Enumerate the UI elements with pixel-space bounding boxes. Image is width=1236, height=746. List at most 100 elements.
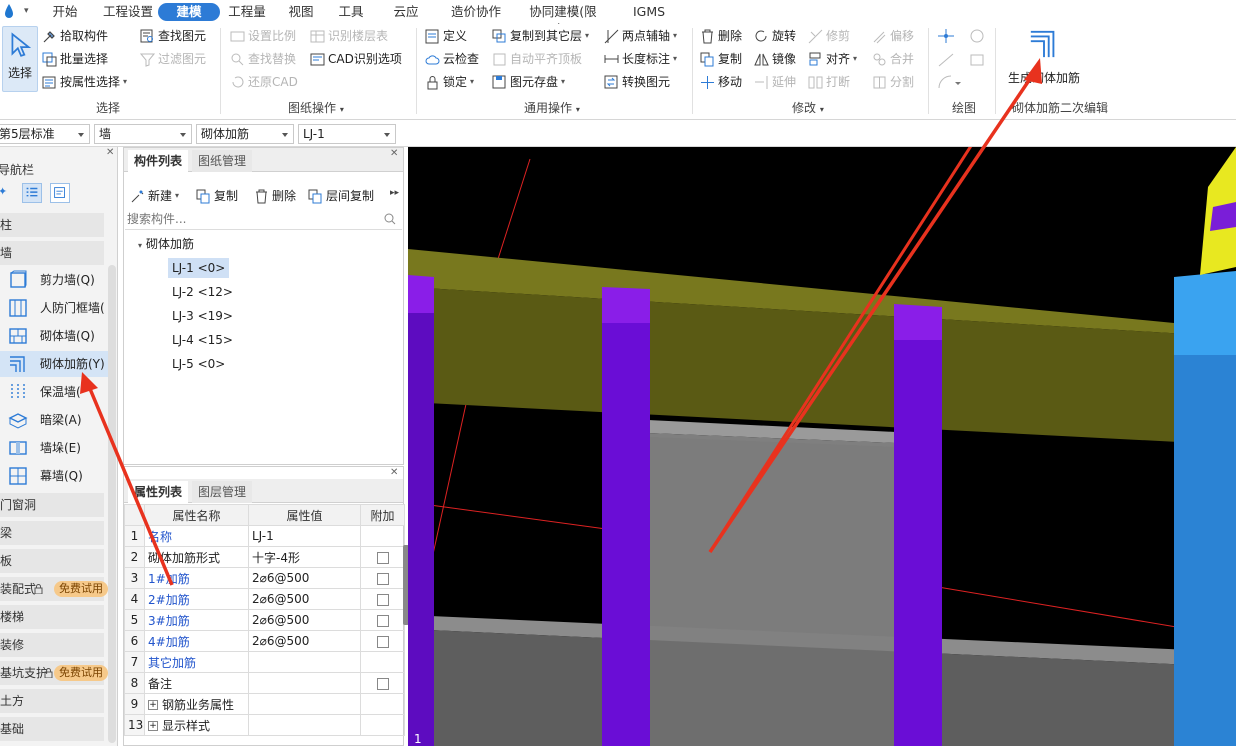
- table-row[interactable]: 7 其它加筋: [124, 651, 405, 673]
- nav-category-1[interactable]: 墙: [0, 241, 104, 265]
- property-value[interactable]: 2⌀6@500: [248, 630, 361, 652]
- nav-category-0[interactable]: 柱: [0, 213, 104, 237]
- batch-select-button[interactable]: 批量选择: [42, 49, 108, 69]
- property-extra[interactable]: [360, 714, 405, 736]
- delete-component-button[interactable]: 删除: [254, 186, 296, 206]
- nav-item-1[interactable]: 人防门框墙(: [0, 295, 108, 321]
- table-row[interactable]: 8 备注: [124, 672, 405, 694]
- tree-item-0[interactable]: LJ-1 <0>: [168, 258, 230, 278]
- property-extra[interactable]: [360, 567, 405, 589]
- masonry-wall-front[interactable]: [648, 437, 896, 746]
- free-trial-badge[interactable]: 免费试用: [54, 581, 108, 597]
- mirror-button[interactable]: 镜像: [754, 49, 796, 69]
- new-component-button[interactable]: 新建 ▾: [130, 186, 179, 206]
- align-button[interactable]: 对齐 ▾: [808, 49, 857, 69]
- menu-item-5[interactable]: 工具: [338, 3, 364, 21]
- property-value[interactable]: [248, 714, 361, 736]
- break-button[interactable]: 打断: [808, 72, 850, 92]
- nav-item-6[interactable]: 墙垛(E): [0, 435, 108, 461]
- checkbox[interactable]: [376, 551, 389, 564]
- copy-button[interactable]: 复制: [700, 49, 742, 69]
- checkbox[interactable]: [376, 635, 389, 648]
- copy-to-floor-button[interactable]: 复制到其它层 ▾: [492, 26, 589, 46]
- select-by-attr-button[interactable]: 按属性选择 ▾: [42, 72, 127, 92]
- property-extra[interactable]: [360, 672, 405, 694]
- free-trial-badge[interactable]: 免费试用: [54, 665, 108, 681]
- floor-select[interactable]: 第5层标准: [0, 124, 90, 144]
- checkbox[interactable]: [376, 677, 389, 690]
- column-left-top[interactable]: [408, 275, 434, 315]
- clock-draw-icon[interactable]: [968, 28, 986, 44]
- nav-item-5[interactable]: 暗梁(A): [0, 407, 108, 433]
- expand-icon[interactable]: +: [148, 700, 158, 710]
- tree-item-1[interactable]: LJ-2 <12>: [168, 282, 237, 302]
- search-input[interactable]: [125, 210, 375, 228]
- cad-options-button[interactable]: CAD识别选项: [310, 49, 402, 69]
- nav-category-7[interactable]: 装修: [0, 633, 104, 657]
- checkbox[interactable]: [376, 614, 389, 627]
- search-box[interactable]: [125, 210, 402, 230]
- point-draw-icon[interactable]: [937, 28, 955, 44]
- menu-item-1[interactable]: 工程设置: [102, 3, 154, 21]
- close-icon[interactable]: ✕: [390, 148, 398, 159]
- column-middle[interactable]: [602, 323, 650, 746]
- column-left[interactable]: [408, 313, 434, 746]
- menu-item-6[interactable]: 云应用: [388, 3, 424, 37]
- length-dim-button[interactable]: 长度标注 ▾: [604, 49, 677, 69]
- nav-category-10[interactable]: 基础: [0, 717, 104, 741]
- nav-category-3[interactable]: 梁: [0, 521, 104, 545]
- menu-item-0[interactable]: 开始: [52, 3, 78, 21]
- tab-layer-management[interactable]: 图层管理: [192, 481, 253, 503]
- nav-item-2[interactable]: 砌体墙(Q): [0, 323, 108, 349]
- table-row[interactable]: 5 3#加筋 2⌀6@500: [124, 609, 405, 631]
- property-value[interactable]: LJ-1: [248, 525, 361, 547]
- nav-category-9[interactable]: 土方: [0, 689, 104, 713]
- two-point-axis-button[interactable]: 两点辅轴 ▾: [604, 26, 677, 46]
- component-select[interactable]: LJ-1: [298, 124, 396, 144]
- list-view-icon[interactable]: [22, 183, 42, 203]
- find-element-button[interactable]: 查找图元: [140, 26, 206, 46]
- property-value[interactable]: [248, 651, 361, 673]
- property-value[interactable]: [248, 672, 361, 694]
- line-draw-icon[interactable]: [937, 52, 955, 68]
- arc-draw-icon[interactable]: [937, 74, 963, 90]
- table-row[interactable]: 13 + 显示样式: [124, 714, 405, 736]
- table-row[interactable]: 4 2#加筋 2⌀6@500: [124, 588, 405, 610]
- table-row[interactable]: 6 4#加筋 2⌀6@500: [124, 630, 405, 652]
- copy-component-button[interactable]: 复制: [196, 186, 238, 206]
- lock-button[interactable]: 锁定 ▾: [425, 72, 474, 92]
- tree-item-3[interactable]: LJ-4 <15>: [168, 330, 237, 350]
- nav-item-4[interactable]: 保温墙(: [0, 379, 108, 405]
- property-extra[interactable]: [360, 546, 405, 568]
- select-button[interactable]: 选择: [2, 26, 38, 92]
- property-extra[interactable]: [360, 588, 405, 610]
- filter-element-button[interactable]: 过滤图元: [140, 49, 206, 69]
- expand-icon[interactable]: +: [148, 721, 158, 731]
- column-right-top[interactable]: [894, 304, 942, 343]
- property-value[interactable]: 2⌀6@500: [248, 609, 361, 631]
- tree-root[interactable]: ▾ 砌体加筋: [138, 234, 194, 254]
- move-button[interactable]: 移动: [700, 72, 742, 92]
- property-extra[interactable]: [360, 630, 405, 652]
- rotate-button[interactable]: 旋转: [754, 26, 796, 46]
- convert-element-button[interactable]: 转换图元: [604, 72, 670, 92]
- nav-item-7[interactable]: 幕墙(Q): [0, 463, 108, 489]
- menu-item-9[interactable]: IGMS: [632, 3, 666, 21]
- menu-item-2[interactable]: 建模: [158, 3, 220, 21]
- property-value[interactable]: 2⌀6@500: [248, 567, 361, 589]
- trim-button[interactable]: 修剪: [808, 26, 850, 46]
- pick-component-button[interactable]: 拾取构件: [42, 26, 108, 46]
- tree-item-2[interactable]: LJ-3 <19>: [168, 306, 237, 326]
- extend-button[interactable]: 延伸: [754, 72, 796, 92]
- nav-category-4[interactable]: 板: [0, 549, 104, 573]
- detail-view-icon[interactable]: [50, 183, 70, 203]
- column-middle-top[interactable]: [602, 287, 650, 325]
- nav-item-3[interactable]: 砌体加筋(Y): [0, 351, 108, 377]
- category-select[interactable]: 墙: [94, 124, 192, 144]
- define-button[interactable]: 定义: [425, 26, 467, 46]
- nav-category-6[interactable]: 楼梯: [0, 605, 104, 629]
- menu-item-4[interactable]: 视图: [288, 3, 314, 21]
- tab-drawing-management[interactable]: 图纸管理: [192, 150, 253, 172]
- table-row[interactable]: 9 + 钢筋业务属性: [124, 693, 405, 715]
- property-extra[interactable]: [360, 525, 405, 547]
